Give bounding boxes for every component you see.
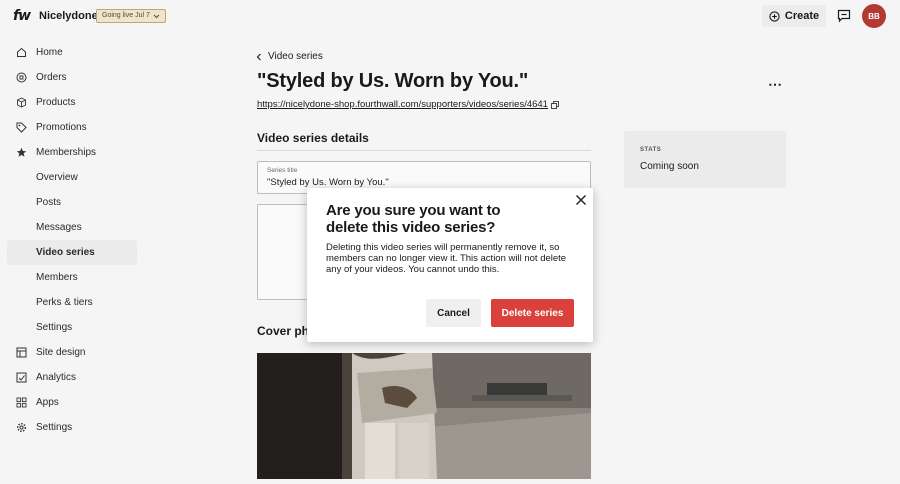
delete-series-button[interactable]: Delete series [491,299,574,327]
dialog-title: Are you sure you want to delete this vid… [326,202,501,236]
close-icon[interactable] [575,194,587,206]
delete-confirm-dialog: Are you sure you want to delete this vid… [307,188,593,342]
cancel-button[interactable]: Cancel [426,299,481,327]
dialog-message: Deleting this video series will permanen… [326,242,567,275]
